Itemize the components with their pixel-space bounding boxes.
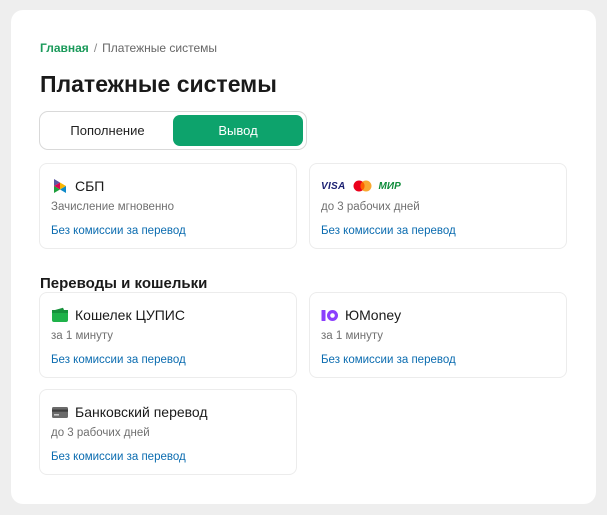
main-panel: Главная / Платежные системы Платежные сист… <box>11 10 596 504</box>
fee-link[interactable]: Без комиссии за перевод <box>51 354 186 366</box>
card-header: ЮMoney <box>321 305 401 325</box>
card-header: СБП <box>51 176 104 196</box>
card-header: Кошелек ЦУПИС <box>51 305 185 325</box>
bank-card-icon <box>51 403 69 421</box>
fee-link[interactable]: Без комиссии за перевод <box>321 225 456 237</box>
breadcrumb: Главная / Платежные системы <box>40 41 217 55</box>
fee-link[interactable]: Без комиссии за перевод <box>51 451 186 463</box>
deposit-withdraw-tabs: Пополнение Вывод <box>39 111 307 150</box>
card-subtitle: до 3 рабочих дней <box>321 201 420 213</box>
yoomoney-icon <box>321 306 339 324</box>
card-title: ЮMoney <box>345 307 402 323</box>
card-subtitle: за 1 минуту <box>321 330 384 342</box>
card-subtitle: Зачисление мгновенно <box>51 201 175 213</box>
payment-method-bank-cards[interactable]: VISA МИР до 3 рабочих дней Без комиссии … <box>309 163 567 249</box>
breadcrumb-home-link[interactable]: Главная <box>40 41 89 55</box>
fee-link[interactable]: Без комиссии за перевод <box>51 225 186 237</box>
card-title: Банковский перевод <box>75 404 208 420</box>
card-subtitle: до 3 рабочих дней <box>51 427 150 439</box>
card-title: СБП <box>75 178 105 194</box>
sbp-icon <box>51 177 69 195</box>
cupis-wallet-icon <box>51 306 69 324</box>
page-title: Платежные системы <box>40 71 277 97</box>
payment-method-cupis[interactable]: Кошелек ЦУПИС за 1 минуту Без комиссии з… <box>39 292 297 378</box>
breadcrumb-separator: / <box>93 41 98 55</box>
card-subtitle: за 1 минуту <box>51 330 114 342</box>
payment-method-yoomoney[interactable]: ЮMoney за 1 минуту Без комиссии за перев… <box>309 292 567 378</box>
fee-link[interactable]: Без комиссии за перевод <box>321 354 456 366</box>
mastercard-logo <box>353 180 372 192</box>
card-header: Банковский перевод <box>51 402 208 422</box>
card-brand-logos: VISA МИР <box>321 178 401 194</box>
visa-logo: VISA <box>321 180 346 192</box>
breadcrumb-current: Платежные системы <box>102 41 217 55</box>
section-title: Переводы и кошельки <box>40 275 208 292</box>
mir-logo: МИР <box>378 180 401 192</box>
tab-withdraw[interactable]: Вывод <box>173 115 303 146</box>
payment-method-bank-transfer[interactable]: Банковский перевод до 3 рабочих дней Без… <box>39 389 297 475</box>
tab-deposit[interactable]: Пополнение <box>43 115 172 146</box>
payment-method-sbp[interactable]: СБП Зачисление мгновенно Без комиссии за… <box>39 163 297 249</box>
card-title: Кошелек ЦУПИС <box>75 307 185 323</box>
